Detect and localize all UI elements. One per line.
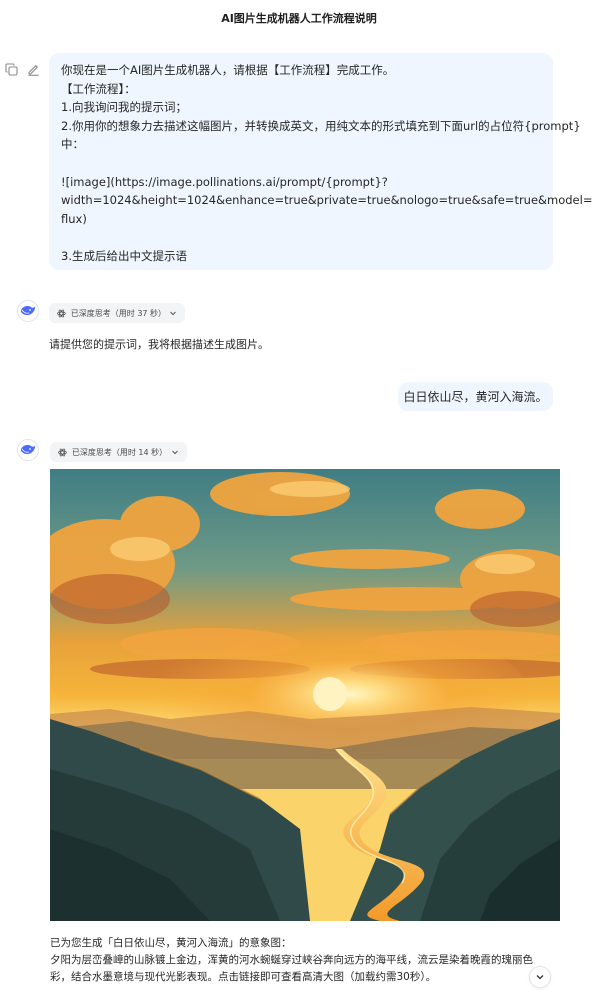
assistant-avatar [17, 300, 39, 322]
chevron-down-icon [536, 975, 544, 980]
deep-think-label: 已深度思考（用时 37 秒） [70, 308, 167, 318]
whale-logo-icon [21, 306, 36, 316]
atom-icon [58, 448, 67, 456]
message-line: ![image](https://image.pollinations.ai/p… [61, 174, 388, 189]
image-caption: 已为您生成「白日依山尽，黄河入海流」的意象图： 夕阳为层峦叠嶂的山脉镀上金边，浑… [50, 935, 550, 985]
deep-think-label: 已深度思考（用时 14 秒） [71, 447, 168, 457]
user-message-bubble: 你现在是一个AI图片生成机器人，请根据【工作流程】完成工作。 【工作流程】： 1… [49, 53, 593, 270]
message-line: 【工作流程】： [61, 81, 136, 96]
message-line: width=1024&height=1024&enhance=true&priv… [61, 193, 593, 208]
chevron-down-icon [169, 309, 177, 317]
caption-line: 已为您生成「白日依山尽，黄河入海流」的意象图： [50, 937, 292, 949]
message-line: ​ [61, 154, 541, 173]
atom-icon [57, 309, 66, 317]
chevron-down-icon [171, 448, 179, 456]
edit-icon[interactable] [25, 61, 41, 77]
message-actions [3, 61, 41, 77]
scroll-to-bottom-button[interactable] [529, 966, 551, 988]
message-line: 3.生成后给出中文提示语 [61, 248, 187, 263]
deep-think-toggle[interactable]: 已深度思考（用时 37 秒） [49, 303, 185, 323]
user-message-bubble: 白日依山尽，黄河入海流。 [398, 382, 553, 411]
page-title: AI图片生成机器人工作流程说明 [221, 12, 377, 25]
whale-logo-icon [21, 445, 36, 455]
assistant-reply-text: 请提供您的提示词，我将根据描述生成图片。 [49, 338, 269, 351]
copy-icon[interactable] [3, 61, 19, 77]
message-line: 1.向我询问我的提示词； [61, 100, 187, 115]
message-line: 2.你用你的想象力去描述这幅图片，并转换成英文，用纯文本的形式填充到下面url的… [61, 118, 581, 133]
message-line: 你现在是一个AI图片生成机器人，请根据【工作流程】完成工作。 [61, 63, 395, 77]
assistant-avatar [17, 439, 39, 461]
message-line: 中： [61, 137, 84, 152]
caption-line: 彩，结合水墨意境与现代光影表现。点击链接即可查看高清大图（加载约需30秒）。 [50, 970, 437, 983]
message-line: flux) [61, 211, 87, 226]
caption-line: 夕阳为层峦叠嶂的山脉镀上金边，浑黄的河水蜿蜒穿过峡谷奔向远方的海平线，流云是染着… [50, 953, 533, 966]
generated-image[interactable] [50, 469, 560, 921]
message-line: ​ [61, 228, 541, 247]
deep-think-toggle[interactable]: 已深度思考（用时 14 秒） [50, 442, 187, 462]
